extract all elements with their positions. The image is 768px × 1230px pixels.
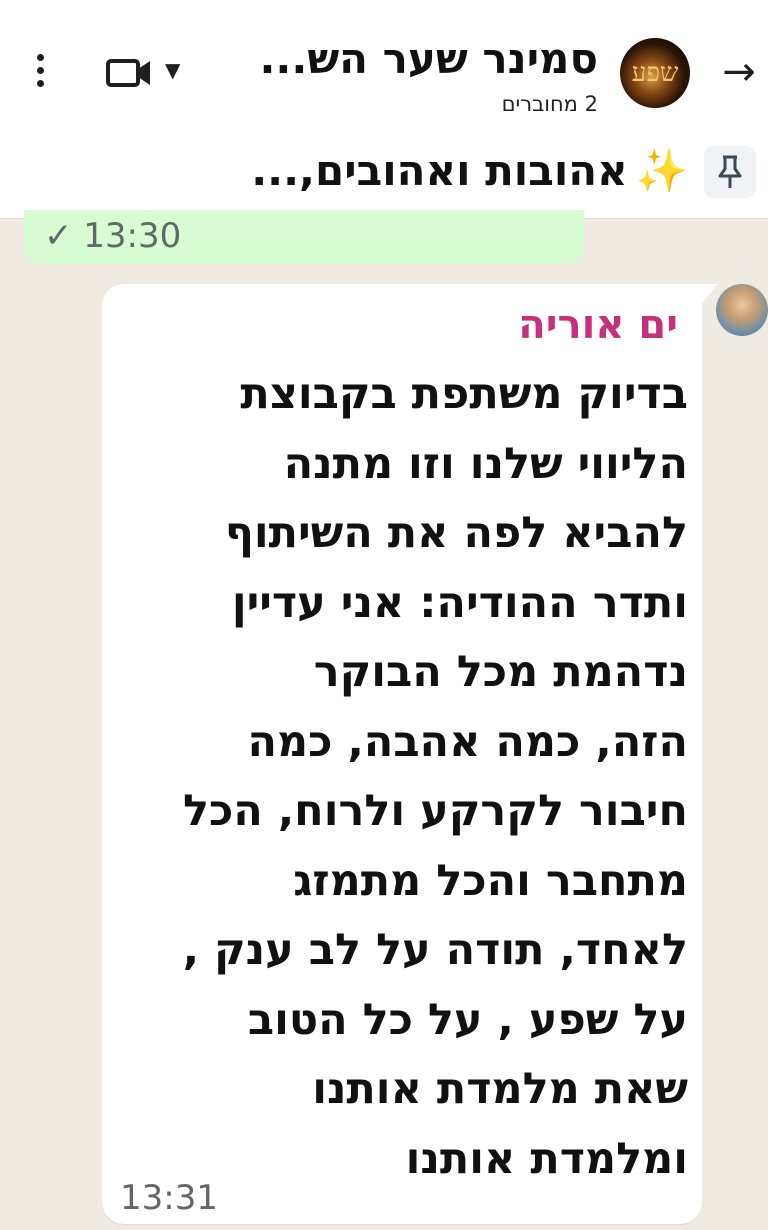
back-arrow-icon[interactable]: → — [716, 46, 762, 98]
message-line: הליווי שלנו וזו מתנה — [283, 438, 688, 489]
chat-header: → שפע סמינר שער הש... 2 מחוברים ▼ — [0, 0, 768, 127]
pinned-message-text: ✨אהובות ואהובים,... — [88, 146, 688, 196]
call-dropdown-chevron-icon[interactable]: ▼ — [165, 58, 180, 82]
video-call-icon[interactable] — [106, 55, 154, 91]
message-line: מתחבר והכל מתמזג — [293, 855, 688, 906]
message-line: נדהמת מכל הבוקר — [313, 647, 688, 697]
pin-icon[interactable] — [704, 146, 756, 198]
message-line: הזה, כמה אהבה, כמה — [247, 716, 688, 767]
message-line: בדיוק משתפת בקבוצת — [240, 369, 688, 419]
sender-name[interactable]: ים אוריה — [278, 302, 678, 348]
message-line: על שפע , על כל הטוב — [247, 994, 688, 1045]
more-options-icon[interactable] — [28, 54, 52, 94]
group-avatar-text: שפע — [631, 58, 679, 88]
pinned-message-snippet: אהובות ואהובים,... — [251, 146, 628, 195]
chat-title[interactable]: סמינר שער הש... — [218, 34, 598, 83]
message-text: בדיוק משתפת בקבוצת הליווי שלנו וזו מתנה … — [112, 360, 688, 1194]
online-count: 2 מחוברים — [501, 92, 598, 116]
message-line: לאחד, תודה על לב ענק , — [182, 925, 688, 975]
sparkles-icon: ✨ — [635, 146, 688, 195]
pinned-message-bar[interactable]: ✨אהובות ואהובים,... — [0, 126, 768, 219]
message-line: שאת מלמדת אותנו — [312, 1064, 688, 1114]
message-line: חיבור לקרקע ולרוח, הכל — [182, 786, 688, 836]
previous-message-time: ✓ 13:30 — [44, 216, 182, 256]
message-line: להביא לפה את השיתוף — [224, 508, 688, 558]
message-time: 13:31 — [120, 1178, 218, 1218]
sender-avatar[interactable] — [716, 284, 768, 336]
message-line: ותדר ההודיה: אני עדיין — [231, 577, 688, 628]
group-avatar[interactable]: שפע — [620, 38, 690, 108]
message-bubble-tail — [700, 284, 718, 306]
